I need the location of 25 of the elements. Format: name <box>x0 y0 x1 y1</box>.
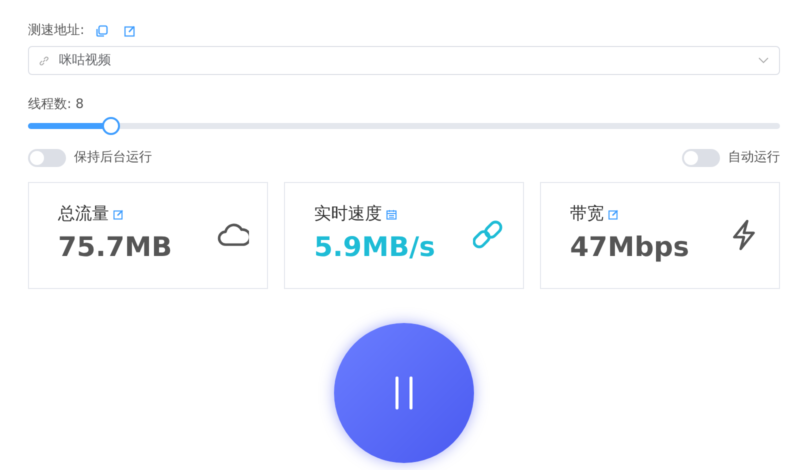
link-icon <box>39 56 49 66</box>
edit-icon[interactable] <box>608 209 619 220</box>
stat-title: 总流量 <box>58 203 109 226</box>
switch-label: 自动运行 <box>728 149 780 167</box>
pause-icon <box>393 376 415 410</box>
stat-value: 75.7MB <box>58 230 172 264</box>
chain-link-icon <box>473 219 505 251</box>
switch-label: 保持后台运行 <box>74 149 152 167</box>
stat-value: 47Mbps <box>570 230 690 264</box>
select-value: 咪咕视频 <box>59 52 112 70</box>
toggle-switch[interactable] <box>682 148 720 167</box>
stat-value: 5.9MB/s <box>314 230 436 264</box>
edit-icon[interactable] <box>124 25 136 37</box>
thread-count-label: 线程数: 8 <box>28 96 85 114</box>
field-label: 测速地址: <box>28 22 84 40</box>
stat-title: 带宽 <box>570 203 604 226</box>
toggle-switch[interactable] <box>28 148 66 167</box>
stat-title: 实时速度 <box>314 203 382 226</box>
address-select[interactable]: 咪咕视频 <box>28 46 780 75</box>
slider-thumb[interactable] <box>102 117 120 135</box>
calendar-icon[interactable] <box>386 209 397 220</box>
edit-icon[interactable] <box>113 209 124 220</box>
chevron-down-icon <box>758 57 769 64</box>
copy-icon[interactable] <box>96 25 108 37</box>
thread-slider[interactable] <box>28 117 780 135</box>
